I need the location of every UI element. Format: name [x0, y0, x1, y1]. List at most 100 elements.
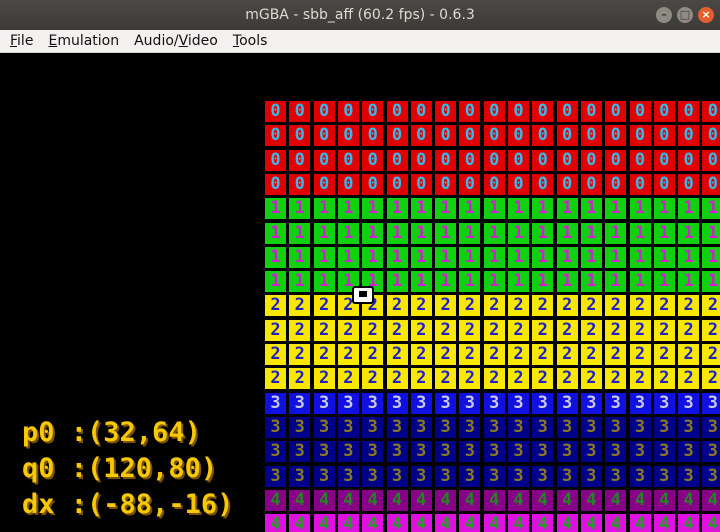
menu-file[interactable]: File — [0, 30, 33, 52]
tile-3: 3 — [288, 415, 312, 439]
tile-3: 3 — [434, 440, 458, 464]
tile-3: 3 — [628, 464, 652, 488]
readout-value: :(-88,-16) — [70, 489, 234, 520]
tile-1: 1 — [531, 197, 555, 221]
tile-2: 2 — [604, 318, 628, 342]
tile-3: 3 — [652, 464, 676, 488]
tile-1: 1 — [312, 245, 336, 269]
tile-1: 1 — [361, 245, 385, 269]
minimize-icon[interactable]: – — [656, 7, 672, 23]
tile-0: 0 — [628, 124, 652, 148]
tile-0: 0 — [288, 172, 312, 196]
tile-0: 0 — [409, 172, 433, 196]
tile-0: 0 — [555, 100, 579, 123]
tile-0: 0 — [482, 148, 506, 172]
tile-3: 3 — [482, 391, 506, 415]
tile-3: 3 — [458, 464, 482, 488]
tile-3: 3 — [555, 391, 579, 415]
tile-2: 2 — [507, 367, 530, 391]
tile-2: 2 — [434, 367, 458, 391]
menu-audio-video[interactable]: Audio/Video — [124, 30, 218, 52]
tile-2: 2 — [555, 318, 579, 342]
tile-3: 3 — [507, 415, 530, 439]
tile-0: 0 — [409, 124, 433, 148]
tile-3: 3 — [507, 464, 530, 488]
tile-0: 0 — [385, 124, 409, 148]
maximize-icon[interactable]: □ — [677, 7, 693, 23]
tile-0: 0 — [604, 172, 628, 196]
tile-0: 0 — [336, 100, 360, 123]
tile-4: 4 — [312, 488, 336, 512]
tile-0: 0 — [458, 124, 482, 148]
tile-0: 0 — [652, 100, 676, 123]
tile-1: 1 — [507, 270, 530, 294]
tile-3: 3 — [385, 415, 409, 439]
tile-2: 2 — [579, 367, 603, 391]
tile-1: 1 — [628, 245, 652, 269]
menu-emulation[interactable]: Emulation — [38, 30, 119, 52]
tile-4: 4 — [482, 513, 506, 532]
tile-2: 2 — [579, 318, 603, 342]
tile-3: 3 — [652, 391, 676, 415]
tile-0: 0 — [507, 100, 530, 123]
tile-2: 2 — [361, 343, 385, 366]
menu-label-rest: ideo — [187, 33, 218, 49]
tile-3: 3 — [701, 464, 720, 488]
tile-0: 0 — [579, 124, 603, 148]
tile-3: 3 — [652, 415, 676, 439]
tile-0: 0 — [361, 124, 385, 148]
readout-row-q0: q0 :(120,80) — [22, 451, 233, 487]
tile-2: 2 — [701, 294, 720, 318]
tile-2: 2 — [458, 318, 482, 342]
readout-row-p0: p0 :(32,64) — [22, 415, 233, 451]
tile-0: 0 — [579, 172, 603, 196]
tile-3: 3 — [507, 391, 530, 415]
tile-3: 3 — [385, 391, 409, 415]
tile-4: 4 — [604, 488, 628, 512]
tile-3: 3 — [385, 440, 409, 464]
tile-1: 1 — [507, 221, 530, 245]
tile-3: 3 — [361, 415, 385, 439]
tile-2: 2 — [458, 367, 482, 391]
tile-0: 0 — [652, 172, 676, 196]
menu-mnemonic: E — [48, 33, 58, 49]
tile-2: 2 — [434, 294, 458, 318]
tile-1: 1 — [701, 270, 720, 294]
tile-0: 0 — [701, 124, 720, 148]
tile-0: 0 — [434, 172, 458, 196]
tile-3: 3 — [604, 415, 628, 439]
tile-0: 0 — [458, 100, 482, 123]
tile-4: 4 — [652, 488, 676, 512]
tile-1: 1 — [677, 221, 701, 245]
tile-4: 4 — [531, 513, 555, 532]
tile-2: 2 — [628, 343, 652, 366]
tile-4: 4 — [264, 488, 287, 512]
menu-tools[interactable]: Tools — [223, 30, 268, 52]
tile-2: 2 — [385, 367, 409, 391]
readout-row-dx: dx :(-88,-16) — [22, 487, 233, 523]
tile-2: 2 — [677, 367, 701, 391]
tile-0: 0 — [288, 148, 312, 172]
readout-label: dx — [22, 489, 55, 520]
tile-3: 3 — [264, 464, 287, 488]
tile-1: 1 — [361, 197, 385, 221]
tile-2: 2 — [531, 343, 555, 366]
tile-1: 1 — [628, 221, 652, 245]
sprite-cursor — [352, 286, 374, 304]
tile-4: 4 — [361, 513, 385, 532]
tile-1: 1 — [579, 221, 603, 245]
tile-0: 0 — [677, 148, 701, 172]
tile-2: 2 — [507, 294, 530, 318]
tile-3: 3 — [409, 415, 433, 439]
tile-2: 2 — [312, 343, 336, 366]
game-screen[interactable]: 0000000000000000000000000000000000000000… — [0, 53, 720, 532]
tile-4: 4 — [264, 513, 287, 532]
tile-2: 2 — [628, 294, 652, 318]
tile-1: 1 — [628, 197, 652, 221]
tile-0: 0 — [361, 100, 385, 123]
tile-4: 4 — [288, 488, 312, 512]
tile-2: 2 — [531, 294, 555, 318]
close-icon[interactable]: × — [698, 7, 714, 23]
tile-2: 2 — [701, 367, 720, 391]
tile-3: 3 — [458, 440, 482, 464]
